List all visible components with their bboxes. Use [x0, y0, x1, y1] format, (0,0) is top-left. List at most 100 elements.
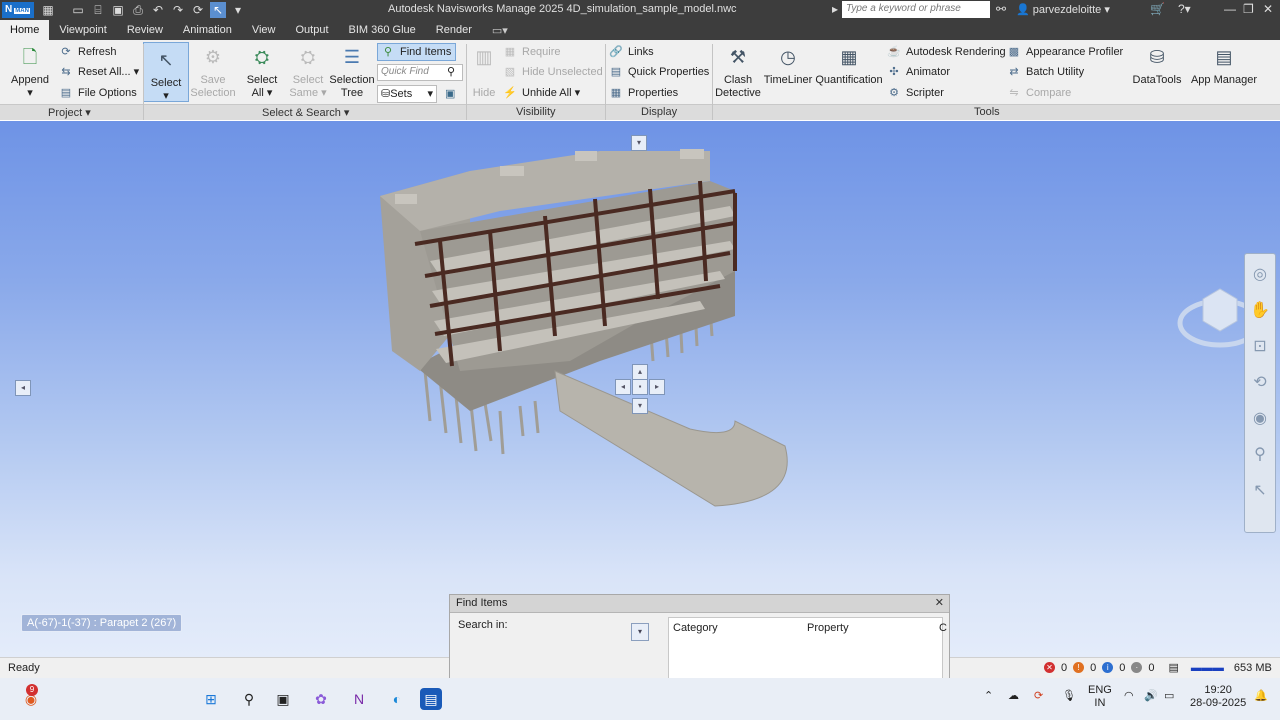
properties-button[interactable]: ▦ Properties	[608, 84, 678, 102]
cart-icon[interactable]: 🛒	[1150, 2, 1165, 16]
pan-up-icon[interactable]: ▴	[632, 364, 648, 380]
appearance-profiler-button[interactable]: ▩ Appearance Profiler	[1006, 43, 1123, 61]
select-same-button[interactable]: ⛭ Select Same ▾	[286, 44, 330, 100]
scripter-button[interactable]: ⚙ Scripter	[886, 84, 944, 102]
copilot-icon[interactable]: ✿	[310, 688, 332, 710]
save-selection-button[interactable]: ⚙ Save Selection	[190, 44, 236, 100]
qat-dropdown-icon[interactable]: ▾	[230, 2, 246, 18]
minimize-icon[interactable]: —	[1224, 2, 1236, 16]
collapse-left-icon[interactable]: ◂	[15, 380, 31, 396]
manage-sets-icon[interactable]: ▣	[445, 85, 455, 103]
column-header-category[interactable]: Category	[673, 622, 718, 634]
redo-icon[interactable]: ↷	[170, 2, 186, 18]
hide-button[interactable]: ▥ Hide	[468, 44, 500, 100]
restore-icon[interactable]: ❐	[1243, 2, 1254, 16]
column-header-property[interactable]: Property	[807, 622, 849, 634]
edge-icon[interactable]: ◐	[386, 688, 408, 710]
append-button[interactable]: 🗋 Append ▾	[8, 44, 52, 100]
tab-home[interactable]: Home	[0, 20, 50, 40]
panel-label-project[interactable]: Project ▾	[48, 106, 91, 119]
language-indicator[interactable]: ENG IN	[1088, 684, 1112, 710]
new-file-icon[interactable]: ▭	[70, 2, 86, 18]
datatools-button[interactable]: ⛁ DataTools	[1130, 44, 1184, 87]
binoculars-icon[interactable]: ⚯	[996, 2, 1006, 16]
find-items-button[interactable]: ⚲ Find Items	[377, 43, 457, 61]
select-all-button[interactable]: ⛭ Select All ▾	[240, 44, 284, 100]
navisworks-taskbar-icon[interactable]: ▤	[420, 688, 442, 710]
info-icon[interactable]: i	[1102, 662, 1114, 673]
zoom-window-icon[interactable]: ⊡	[1245, 332, 1275, 362]
unhide-all-button[interactable]: ⚡ Unhide All ▾	[502, 84, 580, 102]
select-pointer-icon[interactable]: ↖	[210, 2, 226, 18]
sets-dropdown[interactable]: ⛁Sets ▾	[377, 85, 437, 103]
tab-render[interactable]: Render	[426, 20, 482, 40]
app-manager-button[interactable]: ▤ App Manager	[1190, 44, 1258, 87]
panel-label-select-search[interactable]: Select & Search ▾	[262, 106, 349, 119]
error-icon[interactable]: ✕	[1044, 662, 1055, 673]
column-header-condition[interactable]: C	[939, 622, 947, 634]
file-options-button[interactable]: ▤ File Options	[58, 84, 137, 102]
sheet-browser-icon[interactable]: ▤	[1169, 661, 1179, 674]
print-icon[interactable]: ⎙	[130, 2, 146, 18]
quick-properties-button[interactable]: ▤ Quick Properties	[608, 63, 710, 81]
clock[interactable]: 19:20 28-09-2025	[1190, 684, 1246, 710]
look-around-icon[interactable]: ◉	[1245, 404, 1275, 434]
collapse-top-icon[interactable]: ▾	[631, 135, 647, 151]
open-file-icon[interactable]: ⌸	[90, 2, 106, 18]
pan-hand-icon[interactable]: ✋	[1245, 296, 1275, 326]
wifi-icon[interactable]: ◠	[1124, 690, 1134, 703]
warning-icon[interactable]: !	[1073, 662, 1085, 673]
ribbon-extra-icon[interactable]: ▭▾	[482, 20, 518, 40]
select-button[interactable]: ↖ Select ▾	[143, 42, 189, 102]
links-button[interactable]: 🔗 Links	[608, 43, 654, 61]
help-search-input[interactable]: Type a keyword or phrase	[842, 1, 990, 18]
battery-icon[interactable]: ▭	[1164, 690, 1174, 703]
pan-down-icon[interactable]: ▾	[632, 398, 648, 414]
pan-left-icon[interactable]: ◂	[615, 379, 631, 395]
microphone-icon[interactable]: 🎙	[1062, 690, 1076, 703]
notifications-icon[interactable]: 🔔	[1254, 690, 1268, 703]
clash-detective-button[interactable]: ⚒ Clash Detective	[714, 44, 762, 100]
refresh-icon[interactable]: ⟳	[190, 2, 206, 18]
other-message-icon[interactable]: ·	[1131, 662, 1143, 673]
autodesk-rendering-button[interactable]: ☕ Autodesk Rendering	[886, 43, 1006, 61]
animator-button[interactable]: ✣ Animator	[886, 63, 950, 81]
search-icon[interactable]: ⚲	[238, 688, 260, 710]
tab-viewpoint[interactable]: Viewpoint	[49, 20, 117, 40]
compare-button[interactable]: ⇋ Compare	[1006, 84, 1071, 102]
tab-bim360-glue[interactable]: BIM 360 Glue	[339, 20, 426, 40]
steering-wheel-icon[interactable]: ◎	[1245, 260, 1275, 290]
3d-viewport[interactable]: ▾ ◂ ▸ ▴ ◂ ▪ ▸ ▾	[0, 121, 1280, 657]
tray-chevron-icon[interactable]: ⌃	[984, 690, 993, 703]
find-items-title-bar[interactable]: Find Items ✕	[450, 595, 949, 613]
batch-utility-button[interactable]: ⇄ Batch Utility	[1006, 63, 1084, 81]
task-view-icon[interactable]: ▣	[272, 688, 294, 710]
timeliner-button[interactable]: ◷ TimeLiner	[763, 44, 813, 87]
app-logo[interactable]: N MAN	[2, 2, 34, 18]
refresh-button[interactable]: ⟳ Refresh	[58, 43, 116, 61]
onedrive-icon[interactable]: ☁	[1008, 690, 1019, 703]
select-tool-icon[interactable]: ↖	[1245, 476, 1275, 506]
tab-review[interactable]: Review	[117, 20, 173, 40]
search-in-dropdown-icon[interactable]: ▾	[631, 623, 649, 641]
help-icon[interactable]: ?▾	[1178, 2, 1191, 16]
reset-all-button[interactable]: ⇆ Reset All... ▾	[58, 63, 139, 81]
pan-right-icon[interactable]: ▸	[649, 379, 665, 395]
hide-unselected-button[interactable]: ▧ Hide Unselected	[502, 63, 603, 81]
quantification-button[interactable]: ▦ Quantification	[815, 44, 883, 87]
onenote-icon[interactable]: N	[348, 688, 370, 710]
close-icon[interactable]: ✕	[1263, 2, 1273, 16]
volume-icon[interactable]: 🔊	[1144, 690, 1158, 703]
orbit-icon[interactable]: ⟲	[1245, 368, 1275, 398]
user-account[interactable]: 👤 parvezdeloitte ▾	[1016, 3, 1110, 16]
sync-icon[interactable]: ⟳	[1034, 690, 1043, 703]
tab-view[interactable]: View	[242, 20, 286, 40]
windows-start-icon[interactable]: ⊞	[200, 688, 222, 710]
quick-find-go-icon[interactable]: ⚲	[447, 63, 455, 81]
selection-tree-button[interactable]: ☰ Selection Tree	[328, 44, 376, 100]
save-icon[interactable]: ▣	[110, 2, 126, 18]
pan-center-icon[interactable]: ▪	[632, 379, 648, 395]
tab-output[interactable]: Output	[286, 20, 339, 40]
tab-animation[interactable]: Animation	[173, 20, 242, 40]
walk-icon[interactable]: ⚲	[1245, 440, 1275, 470]
